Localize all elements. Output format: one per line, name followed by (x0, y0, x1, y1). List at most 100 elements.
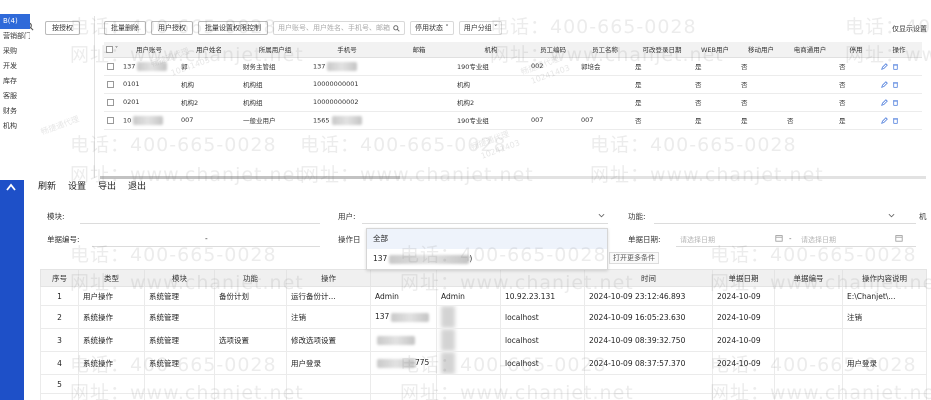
user-authorize-button[interactable]: 用户授权 (151, 21, 193, 35)
tree-item[interactable]: 库存 (0, 74, 30, 89)
log-row[interactable]: 6 (40, 393, 927, 400)
cell-emp_code: 007 (528, 111, 578, 130)
log-row[interactable]: 2 系统操作 系统管理 注销 137 localhost 2024-10-09 16:05:… (40, 305, 927, 329)
log-cell-ip: localhost (500, 305, 585, 329)
log-row[interactable]: 5 (40, 374, 927, 394)
user-option[interactable]: 137) (367, 249, 607, 269)
column-header: 操作 (876, 42, 922, 58)
log-column-header: 操作内容说明 (842, 269, 927, 287)
edit-icon[interactable] (881, 116, 888, 124)
table-row[interactable]: 10 007 一般业用户 1565 190专业组 007 007 否是是否是 (104, 111, 922, 130)
log-row[interactable]: 1 用户操作 系统管理 备份计划 运行备份计... Admin Admin 10.92.23.… (40, 286, 927, 306)
status-select[interactable]: 停用状态 ˅ (410, 21, 454, 35)
horizontal-scrollbar[interactable] (100, 176, 926, 179)
row-checkbox[interactable] (107, 116, 114, 124)
redacted-block (389, 254, 470, 264)
log-cell-ip (500, 374, 585, 394)
chevron-down-icon[interactable] (598, 213, 605, 218)
log-column-header: 功能 (214, 269, 287, 287)
chevron-up-icon[interactable] (6, 183, 16, 191)
cell-phone: 10000000002 (310, 93, 384, 112)
log-cell-doc_date: 2024-10-09 (712, 305, 775, 329)
log-cell-type: 系统操作 (78, 351, 145, 375)
cell-web: 是 (692, 57, 738, 76)
row-checkbox-cell[interactable] (104, 111, 120, 130)
doc-date-label: 单据日期: (628, 235, 661, 244)
tree-item[interactable]: 营销部门(1) (0, 29, 30, 44)
trash-icon[interactable] (892, 63, 899, 70)
row-checkbox-cell[interactable] (104, 57, 120, 76)
select-all-checkbox[interactable]: ˅ (104, 42, 120, 58)
trash-icon[interactable] (892, 99, 899, 106)
log-cell-user: 137 (370, 305, 437, 329)
log-row[interactable]: 4 系统操作 系统管理 用户登录 775 localhost 2024-10-09 08:3… (40, 351, 927, 375)
log-row[interactable]: 3 系统操作 系统管理 选项设置 修改选项设置 localhost 2024-10-09 0… (40, 328, 927, 352)
tree-item[interactable]: B(4) (0, 14, 30, 29)
date-from-input[interactable]: 请选择日期 (680, 235, 715, 245)
table-row[interactable]: 0201 机构2 机构组 10000000002 机构2 是否否否 (104, 93, 922, 112)
row-checkbox-cell[interactable] (104, 93, 120, 112)
cell-ec: 否 (784, 111, 836, 130)
tree-item[interactable]: 采购 (0, 44, 30, 59)
group-select[interactable]: 用户分组 ˅ (458, 21, 503, 35)
cell-email (384, 57, 454, 76)
cell-date_edit: 是 (632, 93, 692, 112)
settings-menu[interactable]: 设置 (68, 180, 86, 195)
calendar-icon[interactable] (775, 234, 783, 242)
log-cell-no: 5 (40, 374, 79, 394)
more-conditions-button[interactable]: 打开更多条件 (609, 252, 659, 264)
user-dropdown[interactable]: 全部 137) (366, 228, 608, 270)
export-menu[interactable]: 导出 (98, 180, 116, 195)
user-option-all[interactable]: 全部 (367, 229, 607, 249)
calendar-icon[interactable] (895, 234, 903, 242)
trash-icon[interactable] (892, 81, 899, 88)
log-cell-op: 运行备份计... (286, 286, 371, 306)
trash-icon[interactable] (892, 117, 899, 124)
row-checkbox[interactable] (107, 98, 114, 106)
exit-menu[interactable]: 退出 (128, 180, 146, 195)
column-header: 可改登录日期 (632, 42, 692, 58)
table-row[interactable]: 137 郭财务主管组 137 190专业组 002 郭培会是是否否 (104, 57, 922, 76)
log-column-header: 类型 (78, 269, 145, 287)
module-select[interactable] (80, 223, 320, 224)
doc-no-input[interactable] (92, 246, 320, 247)
log-cell-time: 2024-10-09 16:05:23.630 (584, 305, 713, 329)
user-select[interactable] (362, 223, 608, 224)
tree-item[interactable]: 客服 (0, 89, 30, 104)
authorize-filter-button[interactable]: 按授权 (45, 21, 80, 35)
row-checkbox-cell[interactable] (104, 75, 120, 94)
refresh-menu[interactable]: 刷新 (38, 180, 56, 195)
redacted-block (377, 358, 415, 368)
function-select[interactable] (654, 223, 916, 224)
edit-icon[interactable] (881, 62, 888, 70)
edit-icon[interactable] (881, 80, 888, 88)
table-row[interactable]: 0101 机构 机构组 10000000001 机构是否否否 (104, 75, 922, 94)
cell-email (384, 75, 454, 94)
batch-delete-button[interactable]: 批量删除 (104, 21, 146, 35)
date-to-input[interactable]: 请选择日期 (801, 235, 836, 245)
row-checkbox[interactable] (107, 62, 114, 70)
cell-disabled: 否 (836, 93, 876, 112)
cell-group: 财务主管组 (240, 57, 310, 76)
user-search-input[interactable]: 用户账号、用户姓名、手机号、邮箱 (273, 21, 405, 35)
checkbox[interactable] (105, 45, 113, 53)
row-checkbox[interactable] (107, 80, 114, 88)
log-cell-op: 修改选项设置 (286, 328, 371, 352)
cell-email (384, 111, 454, 130)
search-icon[interactable] (393, 24, 400, 32)
log-cell-desc (842, 328, 927, 352)
show-settings-toggle[interactable]: 仅显示设置 (892, 24, 927, 34)
scrollbar-thumb[interactable] (100, 176, 400, 179)
status-select-value: 停用状态 (415, 24, 443, 32)
log-cell-module: 系统管理 (144, 328, 215, 352)
edit-icon[interactable] (881, 98, 888, 106)
chevron-down-icon[interactable] (888, 213, 895, 218)
date-range-separator: - (789, 235, 792, 243)
cell-disabled: 否 (836, 57, 876, 76)
tree-item[interactable]: 财务 (0, 104, 30, 119)
batch-permission-button[interactable]: 批量设置权限控制 (198, 21, 268, 35)
tree-item[interactable]: 开发 (0, 59, 30, 74)
log-cell-func (214, 305, 287, 329)
tree-item[interactable]: 机构 (0, 119, 30, 134)
column-header: 移动用户 (738, 42, 784, 58)
